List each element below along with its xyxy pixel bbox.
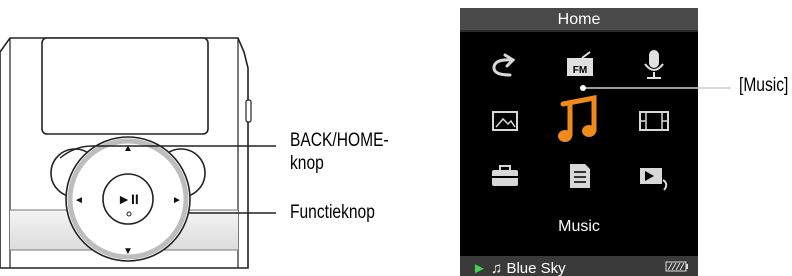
home-title: Home xyxy=(557,11,601,28)
up-arrow: ▲ xyxy=(123,143,133,154)
back-home-callout: BACK/HOME- knop xyxy=(290,130,389,176)
player-ui-text: Home Music ► ♫ Blue Sky xyxy=(460,8,698,276)
function-button-callout: Functieknop xyxy=(290,202,375,223)
now-playing-status: ► ♫ Blue Sky xyxy=(472,260,566,276)
device-screen xyxy=(41,37,209,135)
side-button xyxy=(245,99,252,123)
play-pause-label: ►II xyxy=(117,191,139,207)
music-callout: [Music] xyxy=(739,75,789,96)
selected-item-label: Music xyxy=(558,218,600,235)
note-icon: ♫ xyxy=(491,260,503,276)
left-arrow: ◄ xyxy=(74,195,84,206)
right-arrow: ► xyxy=(172,195,182,206)
down-arrow: ▼ xyxy=(123,246,133,257)
track-title: Blue Sky xyxy=(506,260,566,276)
back-home-label-line1: BACK/HOME- xyxy=(290,130,389,151)
back-home-label-line2: knop xyxy=(290,152,324,174)
play-indicator-icon: ► xyxy=(472,260,487,276)
